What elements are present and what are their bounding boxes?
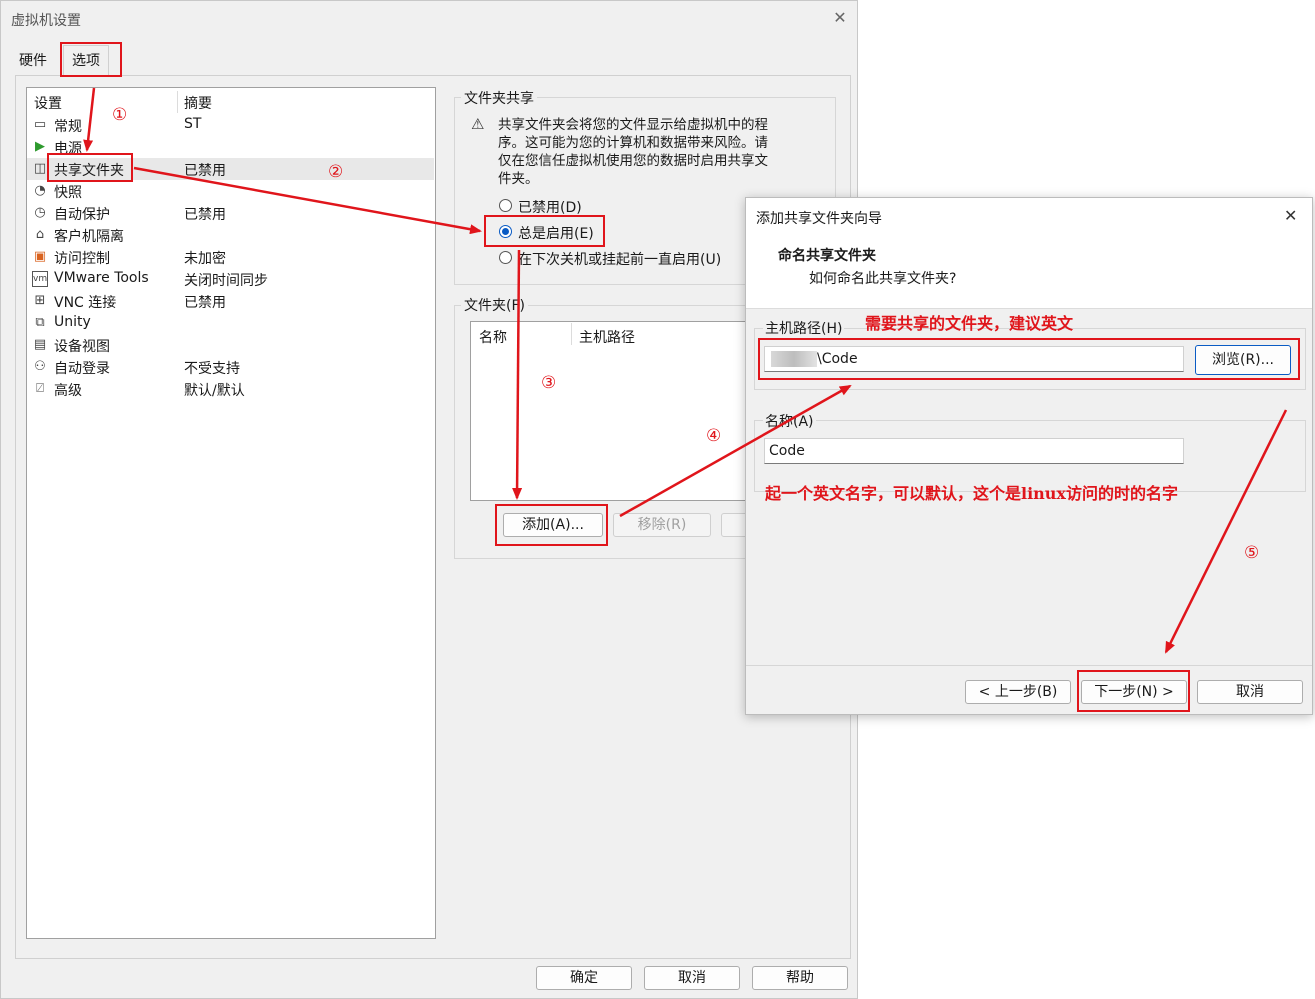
arrow-1: [83, 87, 96, 152]
arrow-3: [512, 249, 523, 500]
annotation-arrows: [83, 87, 1288, 654]
arrow-2: [133, 166, 482, 235]
arrow-4: [619, 384, 852, 518]
arrow-5: [1164, 409, 1288, 654]
